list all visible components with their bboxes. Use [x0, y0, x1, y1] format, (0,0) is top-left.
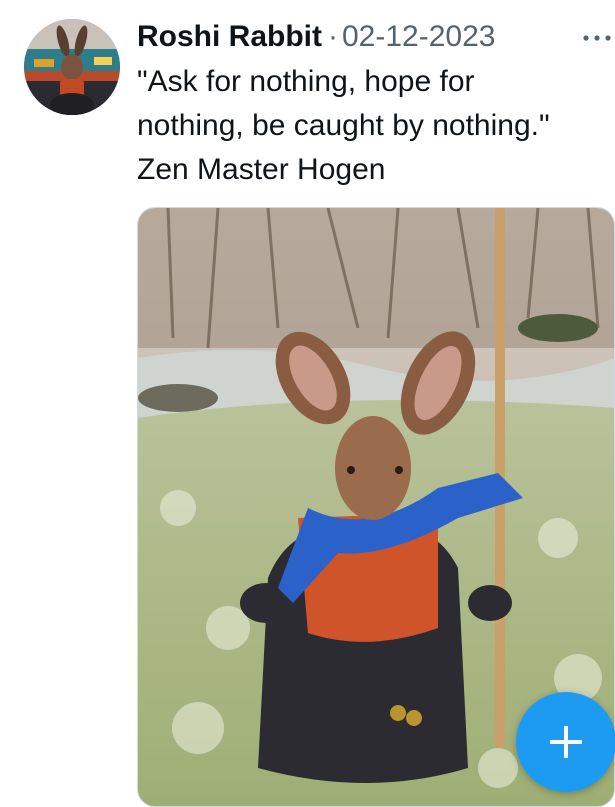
author-avatar[interactable]: [24, 19, 120, 115]
post-text-line: "Ask for nothing, hope for: [137, 65, 475, 98]
header-separator: ·: [328, 20, 338, 53]
plus-icon: [550, 726, 582, 758]
compose-button[interactable]: [516, 692, 615, 792]
post-date[interactable]: 02-12-2023: [342, 20, 495, 54]
avatar-image: [24, 19, 120, 115]
author-name[interactable]: Roshi Rabbit: [137, 20, 322, 54]
post-header: Roshi Rabbit · 02-12-2023: [137, 18, 495, 56]
post-text: "Ask for nothing, hope for nothing, be c…: [137, 60, 612, 192]
post-text-line: Zen Master Hogen: [137, 153, 386, 186]
post-text-line: nothing, be caught by nothing.": [137, 109, 550, 142]
more-horizontal-icon[interactable]: [578, 28, 615, 48]
